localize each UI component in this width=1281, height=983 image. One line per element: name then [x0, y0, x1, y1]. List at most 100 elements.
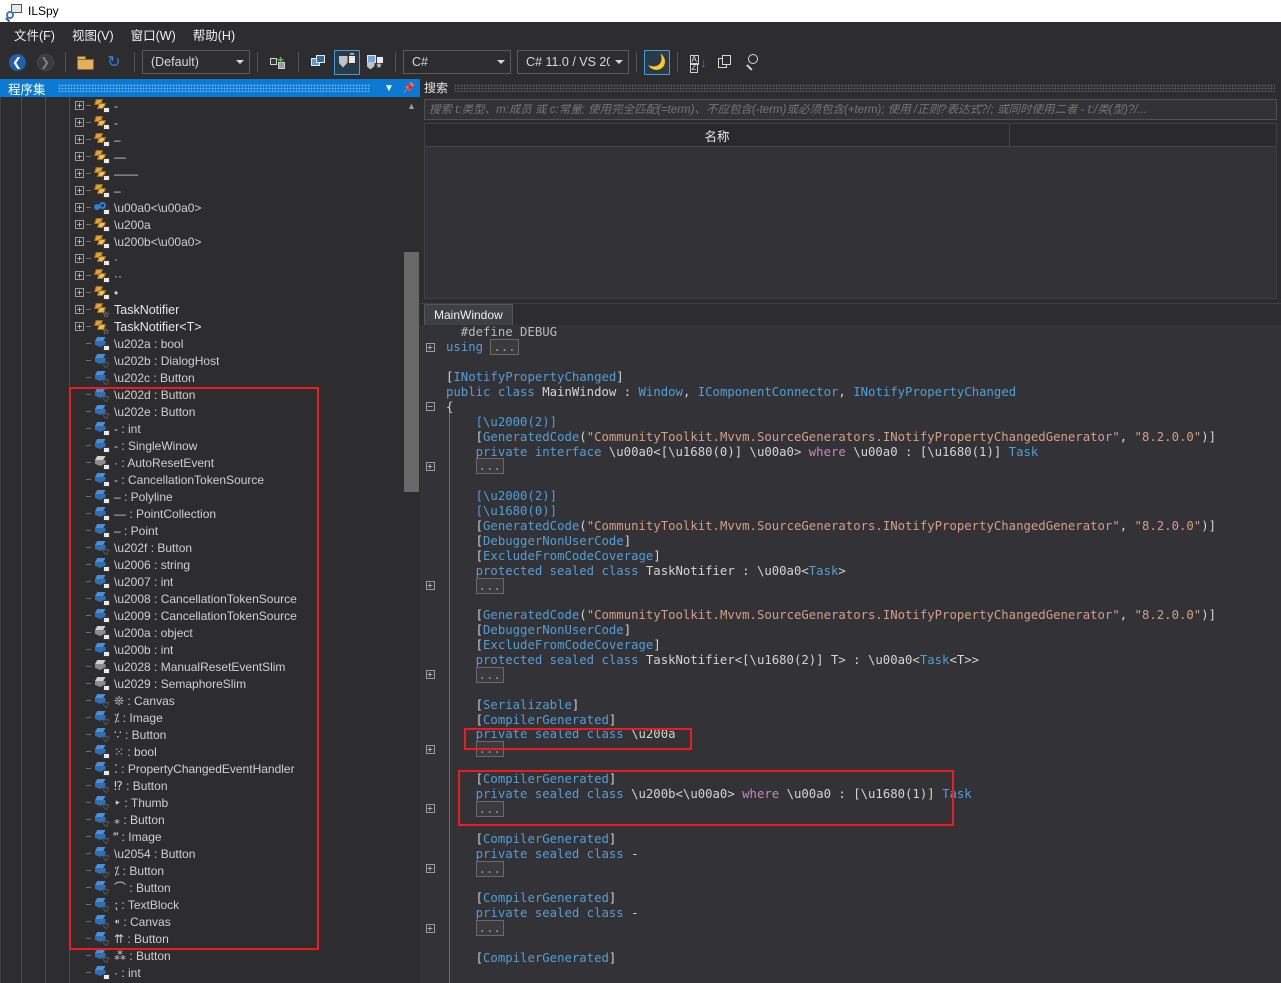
tree-item[interactable]: - : SingleWinow [1, 437, 420, 454]
language-select-combo[interactable]: C# [403, 50, 511, 74]
tree-item[interactable]: · : AutoResetEvent [1, 454, 420, 471]
fold-toggle-icon[interactable]: + [425, 923, 435, 933]
tree-item[interactable]: + \u200a [1, 216, 420, 233]
open-button[interactable] [73, 50, 99, 75]
chevron-down-icon[interactable] [610, 60, 628, 64]
scroll-up-icon[interactable]: ▲ [403, 97, 420, 114]
tree-item[interactable]: - : CancellationTokenSource [1, 471, 420, 488]
tree-item[interactable]: + \u200b<\u00a0> [1, 233, 420, 250]
tree-item[interactable]: ♡ ‴ : Image [1, 828, 420, 846]
tree-item[interactable]: ♡ ⌒ : Button [1, 879, 420, 897]
tab-mainwindow[interactable]: MainWindow [424, 304, 513, 325]
expand-toggle-icon[interactable]: + [73, 135, 86, 144]
tree-item[interactable]: ♡ ⇈ : Button [1, 930, 420, 948]
tree-item[interactable]: \u200b : int [1, 641, 420, 658]
tree-item[interactable]: · : int [1, 964, 420, 981]
tree-vertical-scrollbar[interactable]: ▲ [403, 97, 420, 983]
tree-item[interactable]: + – [1, 131, 420, 148]
tree-item[interactable]: + - [1, 97, 420, 114]
search-results-body[interactable] [425, 147, 1276, 298]
chevron-down-icon[interactable] [231, 60, 249, 64]
tree-item[interactable]: + ☆ TaskNotifier<T> [1, 318, 420, 336]
tree-item[interactable]: + ☆ TaskNotifier [1, 301, 420, 319]
tree-item[interactable]: ♡ \u202c : Button [1, 369, 420, 387]
fold-toggle-icon[interactable]: + [425, 342, 435, 352]
tree-item[interactable]: ♡ ⁒ : Button [1, 862, 420, 880]
expand-toggle-icon[interactable]: + [73, 152, 86, 161]
expand-toggle-icon[interactable]: + [73, 186, 86, 195]
tree-item[interactable]: — : PointCollection [1, 505, 420, 522]
tree-item[interactable]: \u202a : bool [1, 335, 420, 352]
tree-item[interactable]: + — [1, 148, 420, 165]
forward-button[interactable]: ❯ [32, 50, 58, 75]
sort-button[interactable]: A Z ↓ [685, 50, 711, 75]
expand-toggle-icon[interactable]: + [73, 271, 86, 280]
decompiled-code-view[interactable]: #define DEBUG + using ... [INotifyPropertyC… [420, 325, 1281, 983]
tree-item[interactable]: - : int [1, 420, 420, 437]
tree-item[interactable]: + —— [1, 165, 420, 182]
scrollbar-thumb[interactable] [404, 252, 419, 492]
pin-icon[interactable]: 📌 [402, 83, 416, 94]
expand-toggle-icon[interactable]: + [73, 101, 86, 110]
expand-toggle-icon[interactable]: + [73, 288, 86, 297]
tree-item[interactable]: ♡ ⁒ : Image [1, 709, 420, 727]
tree-item[interactable]: ♡ ⁂ : Button [1, 947, 420, 965]
search-input-row[interactable] [424, 99, 1277, 120]
show-internal-types-button[interactable] [334, 49, 360, 75]
refresh-button[interactable]: ↻ [101, 50, 127, 75]
tree-item[interactable]: \u2028 : ManualResetEventSlim [1, 658, 420, 675]
fold-toggle-icon[interactable]: − [425, 402, 435, 412]
fold-toggle-icon[interactable]: + [425, 461, 435, 471]
tree-item[interactable]: ⁙ : bool [1, 743, 420, 760]
tree-item[interactable]: ♡ ‣ : Thumb [1, 794, 420, 812]
tree-item[interactable]: ⁚ : PropertyChangedEventHandler [1, 760, 420, 777]
tree-item[interactable]: + · [1, 250, 420, 267]
tree-item[interactable]: + \u00a0<\u00a0> [1, 199, 420, 216]
show-all-types-button[interactable]: ★ [362, 50, 388, 75]
tree-item[interactable]: \u2007 : int [1, 573, 420, 590]
tree-item[interactable]: ♡ \u2054 : Button [1, 845, 420, 863]
chevron-down-icon[interactable] [492, 60, 510, 64]
expand-toggle-icon[interactable]: + [73, 169, 86, 178]
tree-item[interactable]: ♡ ⁏ : TextBlock [1, 896, 420, 914]
column-header-name[interactable]: 名称 [425, 124, 1010, 146]
menu-help[interactable]: 帮助(H) [186, 22, 245, 47]
expand-toggle-icon[interactable]: + [73, 254, 86, 263]
tree-item[interactable]: ♡ ❊ : Canvas [1, 692, 420, 710]
fold-toggle-icon[interactable]: + [425, 744, 435, 754]
tree-list[interactable]: + - + - + – + — + —— + – + \u00a0<\u00a0> + \u200a + \u20… [1, 97, 420, 983]
tree-item[interactable]: \u2029 : SemaphoreSlim [1, 675, 420, 692]
search-toggle-button[interactable] [741, 50, 767, 75]
assembly-tree-body[interactable]: + - + - + – + — + —— + – + \u00a0<\u00a0> + \u200a + \u20… [0, 97, 420, 983]
tree-item[interactable]: \u200a : object [1, 624, 420, 641]
tree-item[interactable]: ♡ \u202b : DialogHost [1, 352, 420, 370]
fold-toggle-icon[interactable]: + [425, 804, 435, 814]
menu-view[interactable]: 视图(V) [65, 22, 124, 47]
theme-toggle-button[interactable]: 🌙 [644, 49, 670, 75]
tree-item[interactable]: ♡ ∵ : Button [1, 726, 420, 744]
expand-toggle-icon[interactable]: + [73, 118, 86, 127]
tree-item[interactable]: \u2009 : CancellationTokenSource [1, 607, 420, 624]
menu-file[interactable]: 文件(F) [7, 22, 65, 47]
tree-item[interactable]: ♡ ⁉ : Button [1, 777, 420, 795]
back-button[interactable]: ❮ [4, 50, 30, 75]
expand-toggle-icon[interactable]: + [73, 322, 86, 331]
expand-toggle-icon[interactable]: + [73, 237, 86, 246]
copy-windows-button[interactable] [713, 50, 739, 75]
windows-button[interactable] [306, 50, 332, 75]
tree-item[interactable]: + ·· [1, 267, 420, 284]
tree-item[interactable]: ♡ ⁎ : Button [1, 811, 420, 829]
expand-toggle-icon[interactable]: + [73, 305, 86, 314]
version-combo[interactable]: C# 11.0 / VS 202 [517, 50, 629, 74]
tree-item[interactable]: + – [1, 182, 420, 199]
menu-window[interactable]: 窗口(W) [124, 22, 186, 47]
fold-toggle-icon[interactable]: + [425, 581, 435, 591]
column-header-extra[interactable] [1010, 124, 1276, 146]
tree-item[interactable]: ♡ \u202e : Button [1, 403, 420, 421]
tree-item[interactable]: \u2006 : string [1, 556, 420, 573]
tree-item[interactable]: ♡ \u202d : Button [1, 386, 420, 404]
tree-item[interactable]: + • [1, 284, 420, 301]
language-version-combo[interactable]: (Default) [142, 50, 250, 74]
fold-toggle-icon[interactable]: + [425, 670, 435, 680]
add-node-button[interactable]: + [265, 50, 291, 75]
